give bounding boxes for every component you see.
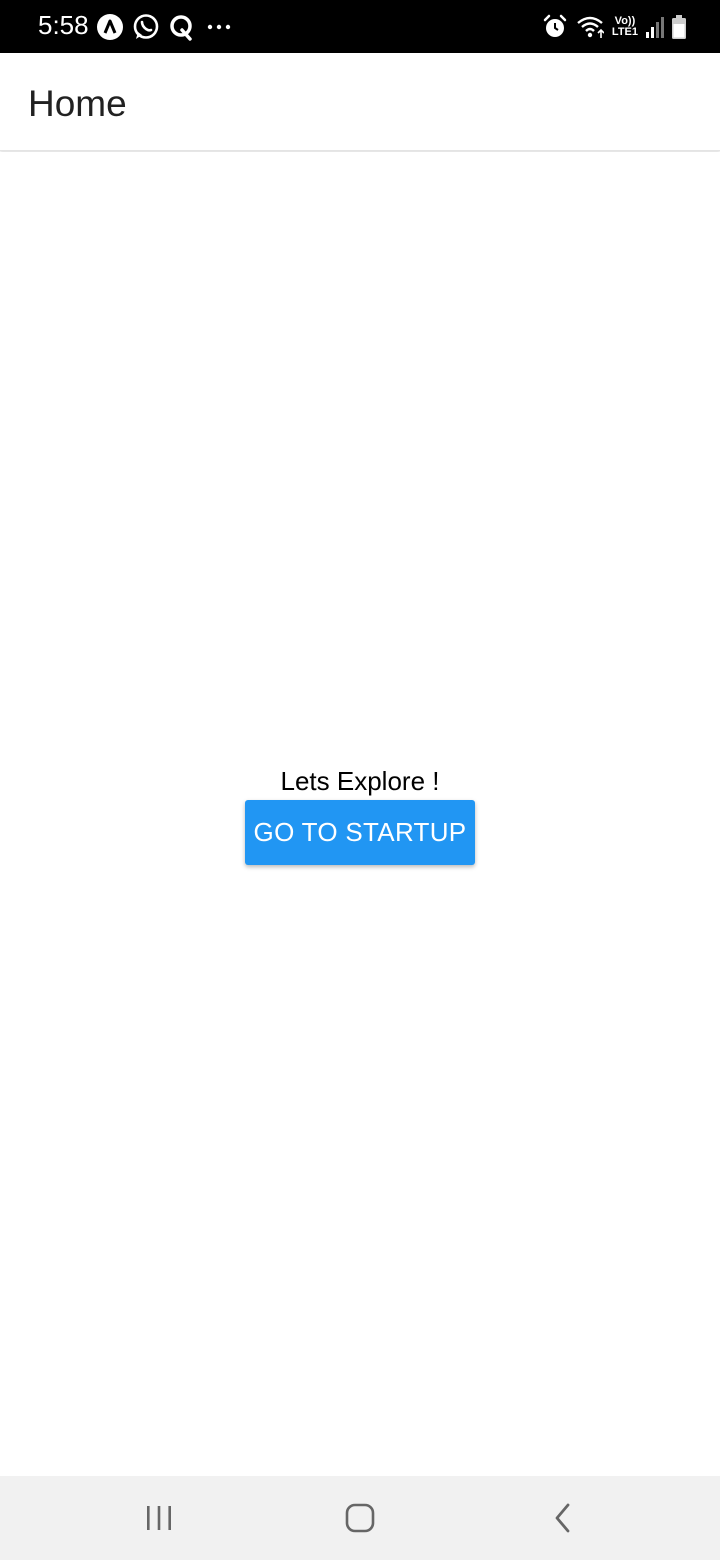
alarm-icon xyxy=(542,14,568,40)
status-bar: 5:58 Vo)) LTE1 xyxy=(0,0,720,53)
app-bar: Home xyxy=(0,53,720,151)
system-status-icons: Vo)) LTE1 xyxy=(542,13,686,41)
navigation-bar xyxy=(0,1476,720,1560)
signal-icon xyxy=(646,16,664,38)
page-title: Home xyxy=(28,83,127,124)
home-button[interactable] xyxy=(330,1496,390,1540)
battery-icon xyxy=(672,15,686,39)
lte-label: LTE1 xyxy=(611,26,638,38)
navigation-app-icon xyxy=(96,13,124,41)
back-button[interactable] xyxy=(533,1496,593,1540)
recent-apps-icon xyxy=(144,1504,174,1532)
whatsapp-icon xyxy=(132,13,160,41)
more-notifications-icon xyxy=(204,13,234,41)
home-icon xyxy=(344,1502,376,1534)
welcome-text: Lets Explore ! xyxy=(280,766,440,796)
status-time: 5:58 xyxy=(38,10,89,40)
wifi-icon xyxy=(576,14,604,40)
notification-icons xyxy=(96,12,234,42)
volte-lte-icon: Vo)) LTE1 xyxy=(612,16,638,38)
main-content: Lets Explore ! GO TO STARTUP xyxy=(0,152,720,1476)
go-to-startup-button[interactable]: GO TO STARTUP xyxy=(245,800,475,865)
recent-apps-button[interactable] xyxy=(129,1496,189,1540)
back-icon xyxy=(552,1503,574,1533)
quora-icon xyxy=(168,13,196,41)
